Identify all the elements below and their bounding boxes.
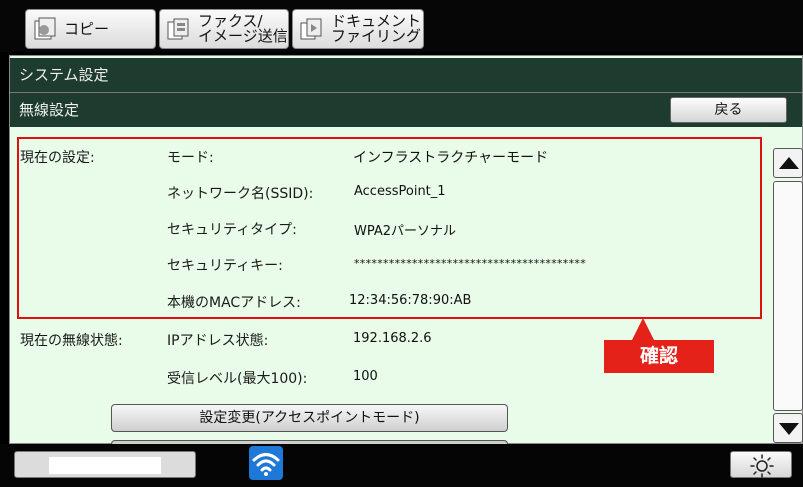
system-settings-bar: システム設定 xyxy=(10,58,802,92)
ip-status-label: IPアドレス状態: xyxy=(167,333,269,349)
status-field[interactable] xyxy=(14,451,196,478)
arrow-down-icon xyxy=(779,423,799,435)
scrollbar-track[interactable] xyxy=(773,181,803,411)
brightness-button[interactable] xyxy=(730,451,792,478)
tab-label: ドキュメント ファイリング xyxy=(331,12,422,45)
signal-level-value: 100 xyxy=(353,369,378,384)
change-settings-button[interactable]: 設定変更(アクセスポイントモード) xyxy=(111,404,508,432)
tab-fax-image-send[interactable]: ファクス/ イメージ送信 xyxy=(159,9,289,49)
brightness-icon xyxy=(750,454,774,478)
wifi-icon[interactable] xyxy=(249,446,283,480)
main-panel: システム設定 無線設定 戻る 現在の設定: モード: インフラストラクチャーモー… xyxy=(9,55,803,446)
document-filing-icon xyxy=(300,18,322,40)
status-field-inner xyxy=(49,457,161,474)
tab-copy[interactable]: コピー xyxy=(25,9,156,49)
fax-image-send-icon xyxy=(167,18,189,40)
tab-label: コピー xyxy=(64,19,110,38)
confirm-callout: 確認 xyxy=(604,340,714,373)
arrow-up-icon xyxy=(779,157,799,169)
wireless-status-label: 現在の無線状態: xyxy=(20,333,123,349)
wireless-settings-bar: 無線設定 戻る xyxy=(10,93,802,127)
scroll-down-button[interactable] xyxy=(773,413,803,443)
tab-document-filing[interactable]: ドキュメント ファイリング xyxy=(292,9,424,49)
scroll-up-button[interactable] xyxy=(773,148,803,178)
signal-level-label: 受信レベル(最大100): xyxy=(167,371,308,387)
confirm-highlight-box xyxy=(17,137,762,319)
callout-pointer xyxy=(632,318,654,340)
back-button[interactable]: 戻る xyxy=(670,97,787,123)
system-settings-title: システム設定 xyxy=(19,66,109,84)
copy-icon xyxy=(34,17,56,40)
ip-status-value: 192.168.2.6 xyxy=(353,331,432,346)
tab-label: ファクス/ イメージ送信 xyxy=(198,12,288,45)
wifi-glyph xyxy=(252,453,280,476)
wireless-settings-title: 無線設定 xyxy=(19,101,80,119)
